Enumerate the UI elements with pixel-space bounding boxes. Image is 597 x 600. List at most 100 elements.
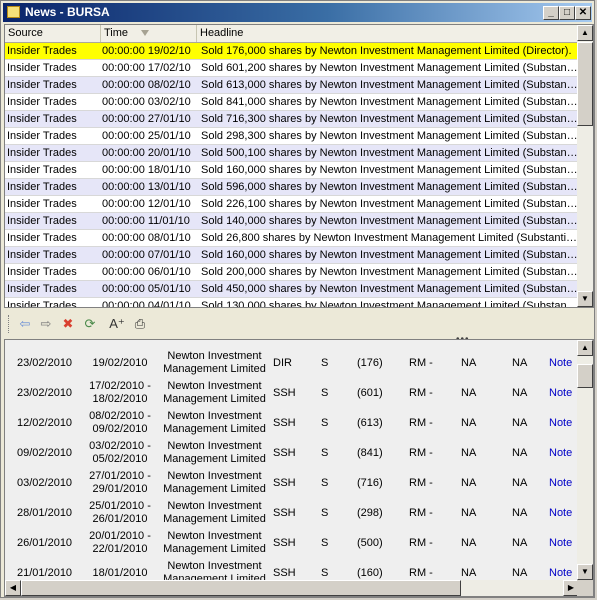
detail-hscroll-thumb[interactable] [21,580,461,596]
news-window: News - BURSA _ □ ✕ Source Time Headline … [0,0,595,598]
news-headline-cell: Sold 140,000 shares by Newton Investment… [201,215,579,227]
maximize-button[interactable]: □ [559,6,575,20]
news-source-cell: Insider Trades [7,62,77,74]
detail-price: RM - [409,416,433,429]
news-headline-cell: Sold 613,000 shares by Newton Investment… [201,79,579,91]
news-row[interactable]: Insider Trades 00:00:00 06/01/10 Sold 200,… [5,264,579,281]
detail-announce-date: 23/02/2010 [17,356,73,369]
news-time-cell: 00:00:00 12/01/10 [102,198,191,210]
column-header-source[interactable]: Source [5,25,101,42]
news-row[interactable]: Insider Trades 00:00:00 13/01/10 Sold 596,… [5,179,579,196]
news-rows: Insider Trades 00:00:00 19/02/10 Sold 176,… [5,43,579,308]
detail-holding: NA [512,506,528,519]
title-bar[interactable]: News - BURSA _ □ ✕ [3,3,592,22]
detail-quantity: (613) [357,416,383,429]
news-headline-cell: Sold 601,200 shares by Newton Investment… [201,62,579,74]
detail-price: RM - [409,446,433,459]
forward-arrow-icon[interactable]: ⇨ [37,315,55,333]
news-row[interactable]: Insider Trades 00:00:00 05/01/10 Sold 450,… [5,281,579,298]
detail-row[interactable]: 09/02/2010 03/02/2010 - 05/02/2010 Newton … [5,438,579,468]
refresh-icon[interactable]: ⟳ [81,315,99,333]
minimize-button[interactable]: _ [543,6,559,20]
news-row[interactable]: Insider Trades 00:00:00 20/01/10 Sold 500,… [5,145,579,162]
detail-row[interactable]: 26/01/2010 20/01/2010 - 22/01/2010 Newton … [5,528,579,558]
stop-icon[interactable]: ✖ [59,315,77,333]
column-header-headline[interactable]: Headline [197,25,579,42]
news-time-cell: 00:00:00 07/01/10 [102,249,191,261]
news-headline-cell: Sold 500,100 shares by Newton Investment… [201,147,579,159]
detail-scroll-thumb[interactable] [577,364,593,388]
news-time-cell: 00:00:00 03/02/10 [102,96,191,108]
detail-note-link[interactable]: Note [549,528,579,558]
detail-price: RM - [409,506,433,519]
news-headline-cell: Sold 130,000 shares by Newton Investment… [201,300,579,308]
news-row[interactable]: Insider Trades 00:00:00 07/01/10 Sold 160,… [5,247,579,264]
detail-announce-date: 09/02/2010 [17,446,73,459]
detail-price: RM - [409,536,433,549]
print-icon[interactable]: ⎙ [131,315,149,333]
sort-descending-icon [141,30,149,36]
news-time-cell: 00:00:00 06/01/10 [102,266,191,278]
toolbar-grip[interactable] [8,315,12,333]
news-time-cell: 00:00:00 05/01/10 [102,283,191,295]
news-time-cell: 00:00:00 18/01/10 [102,164,191,176]
detail-holding: NA [512,356,528,369]
news-headline-cell: Sold 176,000 shares by Newton Investment… [201,45,572,57]
news-row[interactable]: Insider Trades 00:00:00 25/01/10 Sold 298,… [5,128,579,145]
detail-value: NA [461,386,477,399]
scroll-up-arrow-icon[interactable]: ▲ [577,25,593,41]
detail-note-link[interactable]: Note [549,438,579,468]
detail-note-link[interactable]: Note [549,408,579,438]
column-header-time[interactable]: Time [101,25,197,42]
detail-rows: 23/02/2010 19/02/2010 Newton Investment Ma… [5,348,579,588]
detail-holder-name: Newton Investment Management Limited [163,470,266,495]
back-arrow-icon[interactable]: ⇦ [16,315,34,333]
detail-buy-sell: S [321,476,329,489]
font-size-icon[interactable]: A⁺ [108,315,126,333]
detail-holder-type: SSH [273,506,296,519]
scroll-left-arrow-icon[interactable]: ◀ [5,580,21,596]
detail-note-link[interactable]: Note [549,348,579,378]
news-row[interactable]: Insider Trades 00:00:00 03/02/10 Sold 841,… [5,94,579,111]
detail-row[interactable]: 12/02/2010 08/02/2010 - 09/02/2010 Newton … [5,408,579,438]
news-time-cell: 00:00:00 19/02/10 [102,45,191,57]
detail-horizontal-scrollbar[interactable]: ◀ ▶ [5,580,579,596]
news-row[interactable]: Insider Trades 00:00:00 08/01/10 Sold 26,8… [5,230,579,247]
news-vertical-scrollbar[interactable]: ▲ ▼ [577,25,593,307]
detail-holder-type: SSH [273,446,296,459]
news-row[interactable]: Insider Trades 00:00:00 08/02/10 Sold 613,… [5,77,579,94]
close-button[interactable]: ✕ [575,6,591,20]
news-time-cell: 00:00:00 25/01/10 [102,130,191,142]
news-row[interactable]: Insider Trades 00:00:00 27/01/10 Sold 716,… [5,111,579,128]
news-row[interactable]: Insider Trades 00:00:00 18/01/10 Sold 160,… [5,162,579,179]
news-source-cell: Insider Trades [7,283,77,295]
news-source-cell: Insider Trades [7,198,77,210]
detail-holding: NA [512,386,528,399]
detail-note-link[interactable]: Note [549,498,579,528]
detail-scroll-up-arrow-icon[interactable]: ▲ [577,340,593,356]
column-header-time-label: Time [104,27,129,39]
detail-scroll-down-arrow-icon[interactable]: ▼ [577,564,593,580]
news-time-cell: 00:00:00 08/01/10 [102,232,191,244]
detail-row[interactable]: 03/02/2010 27/01/2010 - 29/01/2010 Newton … [5,468,579,498]
detail-row[interactable]: 23/02/2010 17/02/2010 - 18/02/2010 Newton … [5,378,579,408]
news-row[interactable]: Insider Trades 00:00:00 12/01/10 Sold 226,… [5,196,579,213]
news-row[interactable]: Insider Trades 00:00:00 11/01/10 Sold 140,… [5,213,579,230]
detail-quantity: (176) [357,356,383,369]
news-row[interactable]: Insider Trades 00:00:00 19/02/10 Sold 176,… [5,43,579,60]
scroll-down-arrow-icon[interactable]: ▼ [577,291,593,307]
detail-note-link[interactable]: Note [549,378,579,408]
detail-holding: NA [512,416,528,429]
detail-vertical-scrollbar[interactable]: ▲ ▼ [577,340,593,580]
news-source-cell: Insider Trades [7,181,77,193]
detail-note-link[interactable]: Note [549,468,579,498]
news-row[interactable]: Insider Trades 00:00:00 04/01/10 Sold 130,… [5,298,579,308]
news-scroll-thumb[interactable] [577,42,593,126]
detail-quantity: (298) [357,506,383,519]
news-row[interactable]: Insider Trades 00:00:00 17/02/10 Sold 601,… [5,60,579,77]
detail-row[interactable]: 28/01/2010 25/01/2010 - 26/01/2010 Newton … [5,498,579,528]
detail-row[interactable]: 23/02/2010 19/02/2010 Newton Investment Ma… [5,348,579,378]
detail-trade-date: 08/02/2010 - 09/02/2010 [89,410,151,435]
news-list-header: Source Time Headline [5,25,579,43]
news-app-icon [7,6,20,18]
